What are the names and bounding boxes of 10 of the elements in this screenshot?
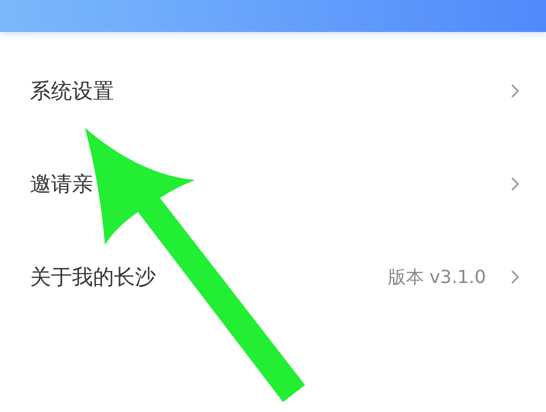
chevron-right-icon: [510, 268, 520, 284]
chevron-right-icon: [510, 176, 520, 192]
chevron-right-icon: [510, 82, 520, 98]
item-label: 关于我的长沙: [30, 264, 157, 290]
settings-item[interactable]: 系统设置: [0, 44, 546, 137]
item-label: 邀请亲: [30, 170, 94, 198]
settings-item[interactable]: 邀请亲: [0, 137, 546, 230]
version-text: 版本 v3.1.0: [388, 266, 486, 288]
item-label: 系统设置: [30, 78, 115, 104]
settings-item[interactable]: 关于我的长沙 版本 v3.1.0: [0, 230, 546, 323]
